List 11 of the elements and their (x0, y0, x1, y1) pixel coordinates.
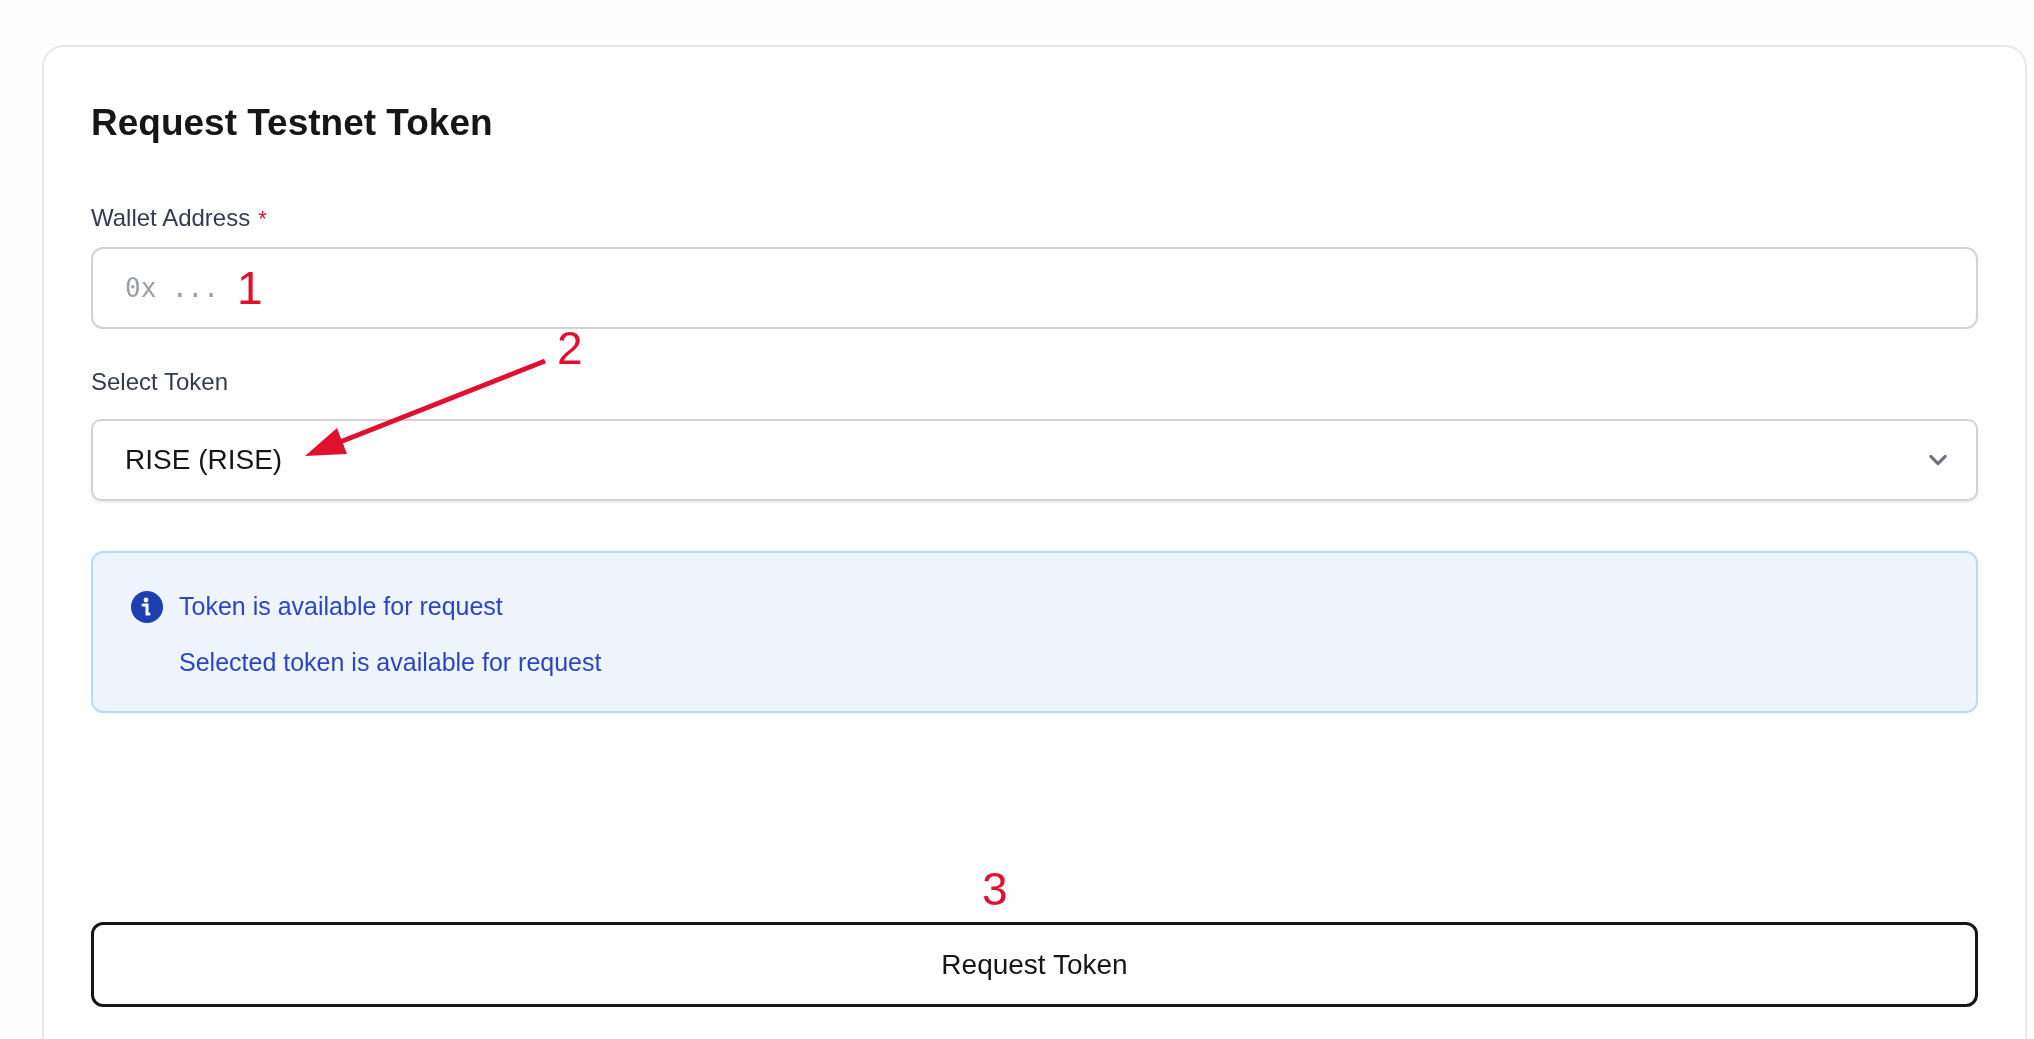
required-mark: * (258, 206, 267, 232)
alert-title: Token is available for request (179, 591, 504, 621)
token-dropdown[interactable]: RISE (RISE) (91, 419, 1978, 501)
field-label: Wallet Address (91, 203, 251, 233)
info-icon (131, 591, 163, 623)
request-token-button[interactable]: Request Token (91, 922, 1978, 1007)
field-label: Select Token (91, 367, 229, 397)
annotation-number: 3 (982, 864, 1008, 914)
alert-message: Selected token is available for request (179, 647, 602, 677)
form-title: Request Testnet Token (91, 101, 494, 145)
annotation-number: 1 (237, 263, 263, 313)
